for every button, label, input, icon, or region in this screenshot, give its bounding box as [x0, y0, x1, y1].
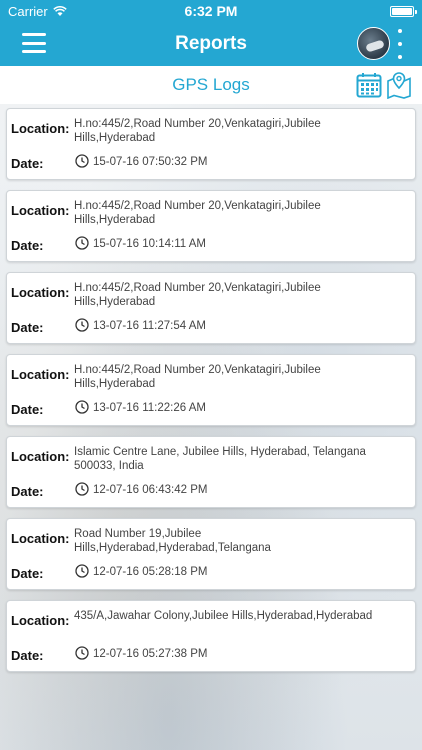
status-bar: Carrier 6:32 PM [0, 0, 422, 22]
date-label: Date: [11, 648, 44, 663]
status-left: Carrier [8, 4, 67, 19]
log-card[interactable]: Location: Road Number 19,Jubilee Hills,H… [6, 518, 416, 590]
date-label: Date: [11, 156, 44, 171]
date-value: 13-07-16 11:22:26 AM [93, 402, 206, 414]
date-label: Date: [11, 238, 44, 253]
log-card[interactable]: Location: H.no:445/2,Road Number 20,Venk… [6, 272, 416, 344]
log-card[interactable]: Location: H.no:445/2,Road Number 20,Venk… [6, 108, 416, 180]
date-label: Date: [11, 320, 44, 335]
log-card[interactable]: Location: 435/A,Jawahar Colony,Jubilee H… [6, 600, 416, 672]
carrier-label: Carrier [8, 3, 48, 19]
location-label: Location: [11, 285, 70, 300]
date-value: 15-07-16 07:50:32 PM [93, 156, 208, 168]
log-card[interactable]: Location: H.no:445/2,Road Number 20,Venk… [6, 354, 416, 426]
clock-icon [75, 154, 89, 168]
date-value: 12-07-16 05:27:38 PM [93, 648, 208, 660]
location-label: Location: [11, 613, 70, 628]
location-label: Location: [11, 367, 70, 382]
log-card[interactable]: Location: H.no:445/2,Road Number 20,Venk… [6, 190, 416, 262]
location-value: Road Number 19,Jubilee Hills,Hyderabad,H… [74, 528, 271, 554]
location-label: Location: [11, 203, 70, 218]
status-right [390, 5, 417, 17]
location-value: Islamic Centre Lane, Jubilee Hills, Hyde… [74, 446, 366, 472]
user-avatar[interactable] [357, 27, 390, 60]
battery-icon [390, 5, 417, 17]
sub-header: GPS Logs [0, 66, 422, 104]
date-label: Date: [11, 402, 44, 417]
page-title: Reports [175, 33, 247, 54]
location-value: H.no:445/2,Road Number 20,Venkatagiri,Ju… [74, 282, 321, 308]
clock-icon [75, 646, 89, 660]
log-card[interactable]: Location: Islamic Centre Lane, Jubilee H… [6, 436, 416, 508]
vertical-dots-icon[interactable] [397, 29, 403, 59]
date-value: 12-07-16 06:43:42 PM [93, 484, 208, 496]
wifi-icon [53, 5, 67, 16]
location-value: H.no:445/2,Road Number 20,Venkatagiri,Ju… [74, 200, 321, 226]
hamburger-menu-icon[interactable] [22, 33, 46, 53]
location-value: 435/A,Jawahar Colony,Jubilee Hills,Hyder… [74, 610, 373, 622]
location-label: Location: [11, 531, 70, 546]
navigation-bar: Reports [0, 22, 422, 66]
date-value: 12-07-16 05:28:18 PM [93, 566, 208, 578]
calendar-icon[interactable] [356, 72, 382, 98]
clock-icon [75, 318, 89, 332]
section-title: GPS Logs [172, 75, 250, 94]
location-label: Location: [11, 121, 70, 136]
clock-icon [75, 400, 89, 414]
clock-icon [75, 482, 89, 496]
date-label: Date: [11, 484, 44, 499]
location-value: H.no:445/2,Road Number 20,Venkatagiri,Ju… [74, 118, 321, 144]
gps-log-list: Location: H.no:445/2,Road Number 20,Venk… [6, 108, 416, 682]
date-label: Date: [11, 566, 44, 581]
map-pin-icon[interactable] [386, 71, 412, 99]
location-value: H.no:445/2,Road Number 20,Venkatagiri,Ju… [74, 364, 321, 390]
date-value: 15-07-16 10:14:11 AM [93, 238, 206, 250]
location-label: Location: [11, 449, 70, 464]
date-value: 13-07-16 11:27:54 AM [93, 320, 206, 332]
clock-icon [75, 236, 89, 250]
clock-icon [75, 564, 89, 578]
